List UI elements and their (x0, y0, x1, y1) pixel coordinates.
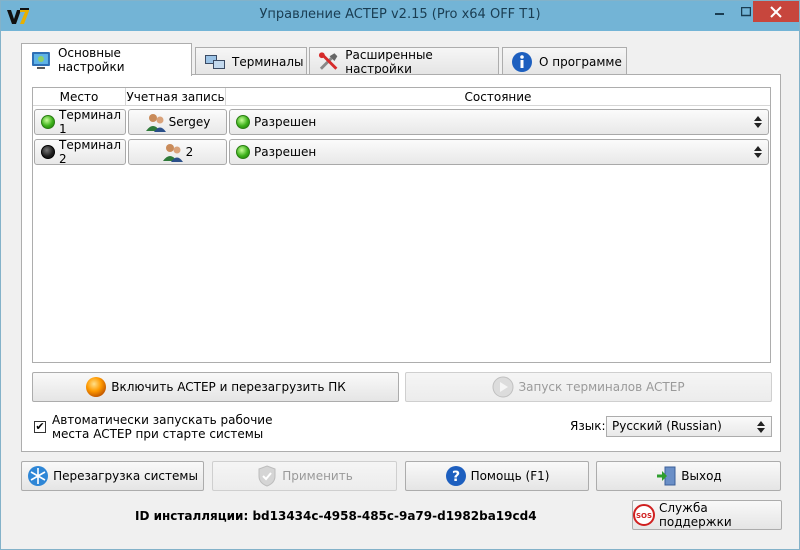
enable-and-restart-button[interactable]: Включить ACTEP и перезагрузить ПК (32, 372, 399, 402)
sos-icon: SOS (633, 504, 655, 526)
status-black-icon (41, 145, 55, 159)
tab-label: О программе (539, 54, 622, 69)
table-row: Терминал 1 Sergey Разрешен (33, 107, 770, 137)
users-icon (162, 144, 183, 162)
tab-label: Терминалы (232, 54, 304, 69)
installation-id: ID инсталляции: bd13434c-4958-485c-9a79-… (135, 509, 537, 523)
start-terminals-button[interactable]: Запуск терминалов ACTEP (405, 372, 772, 402)
orange-orb-icon (86, 377, 107, 397)
minimize-button[interactable] (707, 1, 733, 22)
autostart-label: Автоматически запускать рабочие места AC… (52, 413, 312, 441)
close-icon (770, 5, 782, 18)
window-title: Управление ACTEP v2.15 (Pro x64 OFF T1) (259, 7, 541, 22)
maximize-icon (741, 6, 751, 16)
state-label: Разрешен (254, 115, 317, 129)
column-header-state[interactable]: Состояние (226, 88, 770, 106)
tab-panel-main-settings: Место Учетная запись Состояние Терминал … (21, 74, 781, 452)
tab-advanced-settings[interactable]: Расширенные настройки (309, 47, 499, 76)
status-green-icon (236, 145, 250, 159)
status-green-icon (236, 115, 250, 129)
language-value: Русский (Russian) (612, 419, 722, 433)
tab-terminals[interactable]: Терминалы (195, 47, 307, 75)
account-label: 2 (185, 145, 194, 159)
close-button[interactable] (753, 1, 799, 22)
button-label: Применить (282, 469, 353, 483)
button-label: Включить ACTEP и перезагрузить ПК (111, 380, 346, 394)
tab-label: Основные настройки (57, 46, 125, 74)
button-label: Перезагрузка системы (53, 469, 198, 483)
place-label: Терминал 2 (59, 138, 122, 166)
state-dropdown[interactable]: Разрешен (229, 109, 769, 135)
users-icon (145, 114, 166, 132)
autostart-checkbox[interactable]: ✔ (34, 421, 46, 433)
tab-about[interactable]: О программе (502, 47, 627, 75)
play-icon (492, 376, 514, 398)
column-header-place[interactable]: Место (33, 88, 126, 106)
updown-arrows-icon (754, 116, 762, 128)
account-cell[interactable]: 2 (128, 139, 227, 165)
place-cell[interactable]: Терминал 1 (34, 108, 126, 136)
autostart-label-line2: места ACTEP при старте системы (52, 427, 264, 441)
tab-main-settings[interactable]: Основные настройки (21, 43, 192, 76)
language-label: Язык: (570, 419, 606, 433)
column-header-account[interactable]: Учетная запись (126, 88, 226, 106)
reboot-system-button[interactable]: Перезагрузка системы (21, 461, 204, 491)
tab-label: Расширенные настройки (345, 47, 433, 76)
minimize-icon (715, 12, 724, 15)
info-icon (512, 51, 532, 72)
button-label: Запуск терминалов ACTEP (518, 380, 685, 394)
account-label: Sergey (168, 115, 211, 129)
terminals-table: Место Учетная запись Состояние Терминал … (32, 87, 771, 363)
snowflake-icon (28, 466, 49, 486)
state-dropdown[interactable]: Разрешен (229, 139, 769, 165)
account-cell[interactable]: Sergey (128, 109, 227, 135)
state-label: Разрешен (254, 145, 317, 159)
help-icon: ? (445, 466, 466, 486)
table-row: Терминал 2 2 Разрешен (33, 137, 770, 167)
updown-arrows-icon (754, 146, 762, 158)
status-green-icon (41, 115, 55, 129)
language-select[interactable]: Русский (Russian) (606, 416, 772, 437)
shield-check-icon (258, 465, 276, 487)
autostart-label-line1: Автоматически запускать рабочие (52, 413, 273, 427)
button-label: Выход (681, 469, 722, 483)
help-button[interactable]: ? Помощь (F1) (405, 461, 589, 491)
place-label: Терминал 1 (59, 108, 122, 136)
tools-icon (318, 51, 338, 70)
button-label: Помощь (F1) (470, 469, 550, 483)
exit-door-icon (657, 466, 676, 486)
tab-strip: Основные настройки Терминалы Расширенные… (21, 43, 781, 76)
apply-button[interactable]: Применить (212, 461, 397, 491)
button-label: Служба поддержки (659, 501, 732, 529)
app-window: Управление ACTEP v2.15 (Pro x64 OFF T1) … (0, 0, 800, 550)
updown-arrows-icon (757, 421, 765, 433)
support-button[interactable]: SOS Служба поддержки (632, 500, 782, 530)
title-bar[interactable]: Управление ACTEP v2.15 (Pro x64 OFF T1) (1, 1, 799, 31)
svg-text:?: ? (452, 469, 460, 485)
table-header: Место Учетная запись Состояние (33, 88, 770, 106)
settings-icon (31, 52, 50, 69)
place-cell[interactable]: Терминал 2 (34, 138, 126, 166)
svg-text:SOS: SOS (636, 512, 652, 520)
exit-button[interactable]: Выход (596, 461, 781, 491)
terminals-icon (205, 54, 225, 69)
